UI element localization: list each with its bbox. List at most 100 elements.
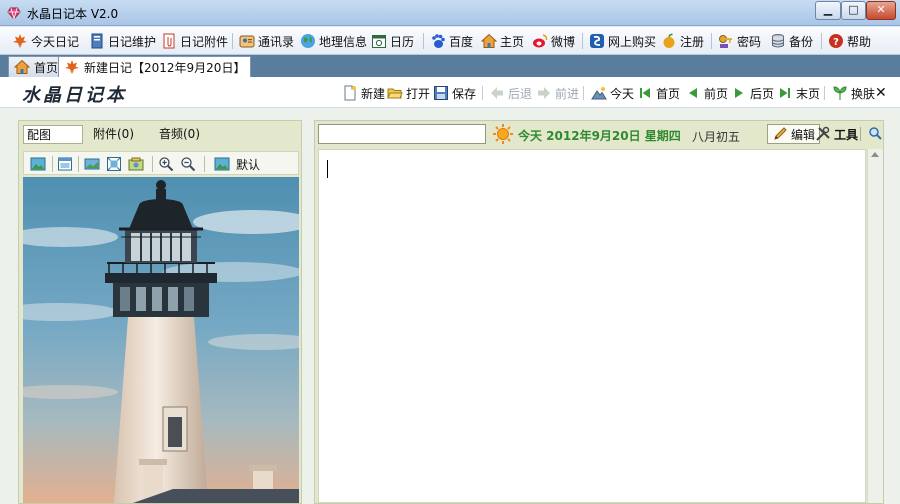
image-toolbar-separator [78,156,79,172]
window-title: 水晶日记本 V2.0 [27,7,119,21]
prev-page-button[interactable]: 前页 [685,84,728,102]
window-image-icon[interactable] [57,156,73,172]
tools-icon [816,126,830,141]
today-button[interactable]: 今天 [591,84,634,102]
title-bar: 水晶日记本 V2.0 ▁ □ ✕ [0,0,900,26]
image-toolbar: 默认 [23,151,299,175]
save-button[interactable]: 保存 [433,84,476,102]
text-caret [327,160,328,178]
toolbar-weibo[interactable]: 微博 [532,31,575,51]
scroll-up-arrow-icon[interactable] [871,152,879,157]
diary-editor[interactable] [318,149,866,503]
globe-icon [301,34,315,48]
toolbar-calendar[interactable]: 日历 [371,31,414,51]
toolbar-today-diary[interactable]: 今天日记 [12,31,79,51]
toolbar-contacts[interactable]: 通讯录 [239,31,294,51]
change-skin-button[interactable]: 换肤 [832,84,875,102]
help-icon: ? [829,34,843,48]
forward-button[interactable]: 前进 [536,84,579,102]
content-area: 配图 附件(0) 音频(0) 默认 今天 2012年9月20日 星期四 八月初五… [0,108,900,504]
image-icon[interactable] [30,156,46,172]
skin-leaf-icon [833,86,847,100]
zoom-in-icon[interactable] [158,156,174,172]
tab-home[interactable]: 首页 [8,56,65,77]
main-toolbar: 今天日记 日记维护 日记附件 通讯录 地理信息 日历 百度 主页 微博 网上购买 [0,27,900,55]
register-apple-icon [663,33,675,48]
minimize-button[interactable]: ▁ [815,1,841,20]
toolbar-diary-attachment[interactable]: 日记附件 [161,31,228,51]
svg-text:?: ? [833,37,839,48]
tab-new-diary[interactable]: 新建日记【2012年9月20日】 [58,56,252,77]
back-button[interactable]: 后退 [489,84,532,102]
edit-button[interactable]: 编辑 [767,124,821,144]
toolbar-separator [821,33,822,49]
forward-arrow-icon [538,87,550,99]
close-button[interactable]: ✕ [866,1,896,20]
folder-open-icon [387,88,403,99]
tab-attachments[interactable]: 附件(0) [93,125,134,144]
photo-album-icon[interactable] [128,156,144,172]
toolbar-buy-online[interactable]: 网上购买 [589,31,656,51]
nav-separator [482,86,483,100]
toolbar-separator [582,33,583,49]
last-page-icon [780,88,790,98]
key-icon [719,35,732,48]
toolbar-separator [232,33,233,49]
lunar-date-label: 八月初五 [692,130,741,144]
pencil-icon [774,127,787,140]
last-page-button[interactable]: 末页 [777,84,820,102]
next-page-icon [735,88,743,98]
next-page-button[interactable]: 后页 [731,84,774,102]
tools-button[interactable]: 工具 [815,125,858,143]
tab-illustration[interactable]: 配图 [23,125,83,144]
contacts-icon [239,35,255,48]
toolbar-help[interactable]: ? 帮助 [828,31,871,51]
toolbar-geo-info[interactable]: 地理信息 [300,31,367,51]
maximize-button[interactable]: □ [841,1,866,20]
image-toolbar-separator [152,156,153,172]
nav-separator [824,86,825,100]
toolbar-baidu[interactable]: 百度 [430,31,473,51]
attachment-icon [163,33,175,49]
first-page-button[interactable]: 首页 [637,84,680,102]
toolbar-homepage[interactable]: 主页 [481,31,524,51]
picture-icon[interactable] [84,156,100,172]
editor-scrollbar[interactable] [867,149,883,503]
mountain-icon [591,87,607,100]
fit-image-icon[interactable] [106,156,122,172]
weibo-icon [533,34,548,48]
app-logo-icon [7,7,21,21]
image-toolbar-separator [204,156,205,172]
diary-title-input[interactable] [318,124,486,144]
lighthouse-photo [23,177,299,503]
close-tab-button[interactable]: ✕ [875,84,887,102]
toolbar-separator [711,33,712,49]
new-doc-icon [344,85,356,101]
toolbar-register[interactable]: 注册 [661,31,704,51]
toolbar-backup[interactable]: 备份 [770,31,813,51]
document-tab-bar: 首页 新建日记【2012年9月20日】 [0,55,900,77]
search-icon[interactable] [868,126,882,140]
notebook-icon [91,33,103,49]
maple-leaf-icon [65,60,79,74]
shop-icon [590,34,604,48]
app-logo-text: 水晶日记本 [22,85,127,106]
left-panel: 配图 附件(0) 音频(0) 默认 [18,120,302,504]
default-image-label[interactable]: 默认 [236,156,260,173]
tab-audio[interactable]: 音频(0) [159,125,200,144]
save-icon [434,86,448,100]
diary-header: 水晶日记本 新建 打开 保存 后退 前进 今天 首页 前页 后页 末页 换肤 ✕ [0,77,900,108]
back-arrow-icon [491,87,503,99]
first-page-icon [640,88,650,98]
new-button[interactable]: 新建 [342,84,385,102]
default-image-icon[interactable] [214,156,230,172]
toolbar-diary-maintenance[interactable]: 日记维护 [89,31,156,51]
prev-page-icon [689,88,697,98]
database-icon [772,34,784,48]
open-button[interactable]: 打开 [387,84,430,102]
zoom-out-icon[interactable] [180,156,196,172]
toolbar-separator [423,33,424,49]
calendar-icon [372,35,386,48]
toolbar-password[interactable]: 密码 [718,31,761,51]
home-icon [14,59,30,74]
